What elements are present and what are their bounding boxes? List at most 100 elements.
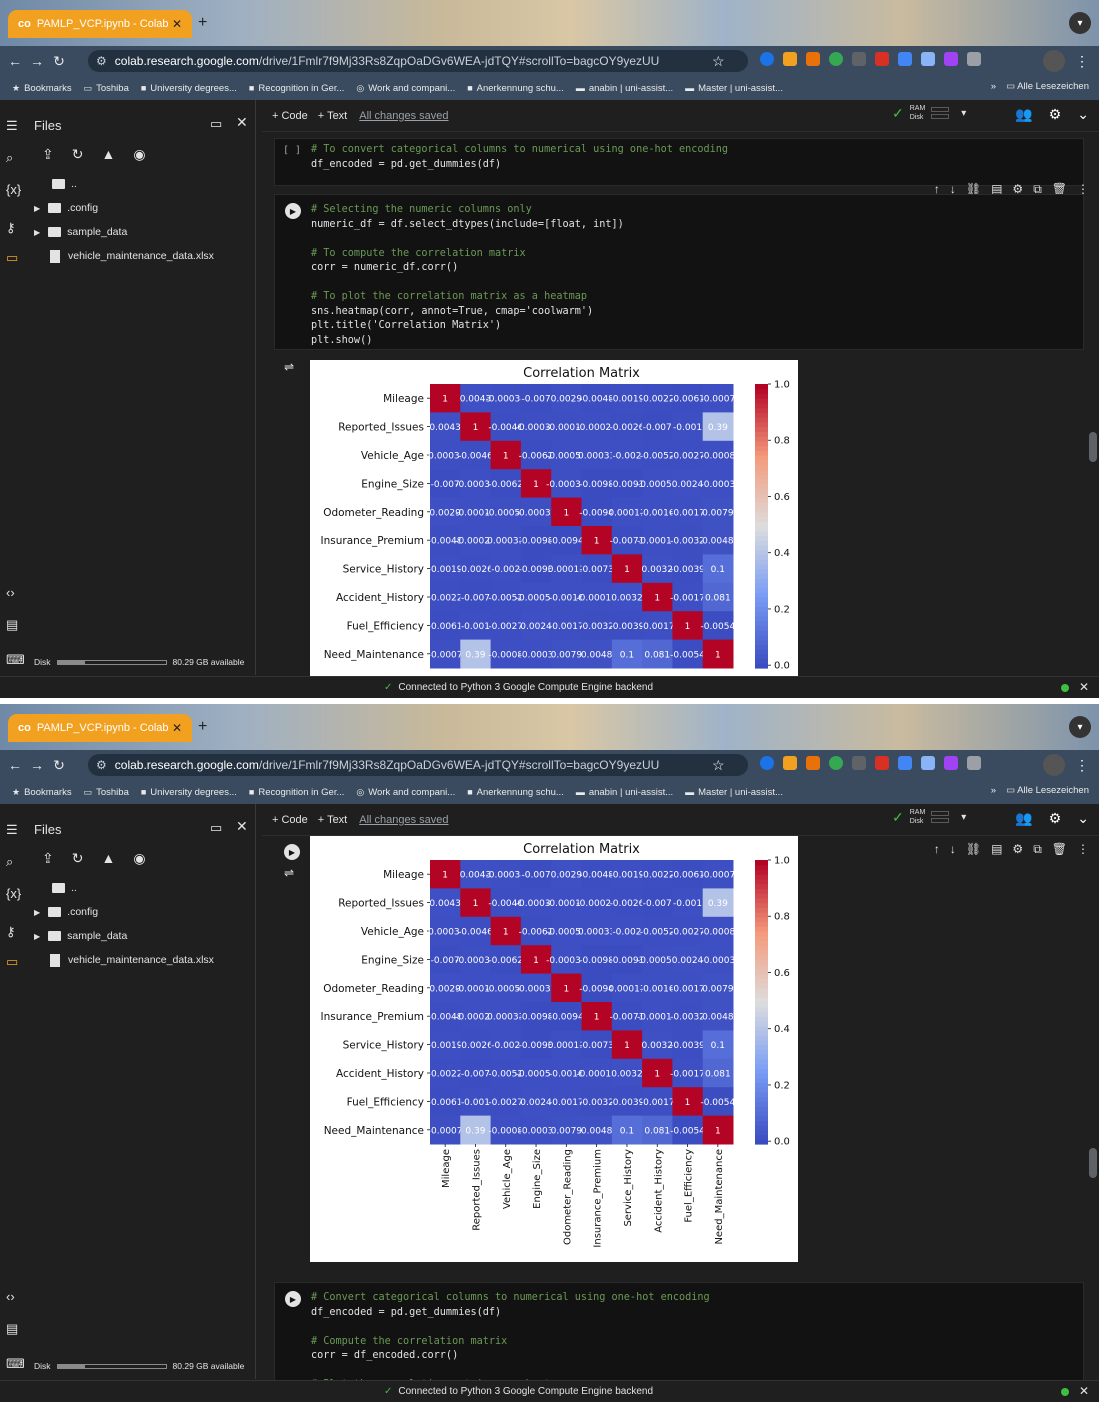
browser-menu-icon[interactable]: ⋮ [1075,757,1089,774]
add-code-button[interactable]: + Code [272,814,308,826]
bookmark-item[interactable]: ★ Bookmarks [12,83,72,94]
refresh-icon[interactable]: ↻ [72,850,84,867]
code-snippets-icon[interactable]: ‹› [6,585,15,600]
translate-icon[interactable] [898,756,912,770]
expand-arrow-icon[interactable]: ▶ [34,932,40,941]
run-cell-icon[interactable]: ▶ [285,1291,301,1307]
share-people-icon[interactable]: 👥 [1015,106,1032,123]
bookmark-item[interactable]: ■ Recognition in Ger... [249,83,345,94]
all-bookmarks[interactable]: ▭ Alle Lesezeichen [1006,81,1089,92]
code-editor[interactable]: # To convert categorical columns to nume… [275,139,1083,172]
all-bookmarks[interactable]: ▭ Alle Lesezeichen [1006,785,1089,796]
bookmark-item[interactable]: ▭ Toshiba [84,787,129,798]
variables-icon[interactable]: {x} [6,886,21,901]
file-tree-item[interactable]: ▶ sample_data [28,220,256,244]
mount-drive-icon[interactable]: ▲ [101,850,115,867]
forward-icon[interactable]: → [26,757,48,773]
browser-menu-icon[interactable]: ⋮ [1075,53,1089,70]
more-bookmarks-icon[interactable]: » [991,81,996,92]
new-tab-icon[interactable]: + [198,14,207,32]
comment-icon[interactable]: ▤ [991,842,1002,857]
browser-tab[interactable]: co PAMLP_VCP.ipynb - Colab ✕ [8,714,192,742]
refresh-icon[interactable]: ↻ [72,146,84,163]
files-folder-icon[interactable]: ▭ [6,954,18,970]
grammarly-icon[interactable] [829,756,843,770]
extension-icon[interactable] [783,52,797,66]
bookmark-item[interactable]: ▬ Master | uni-assist... [685,83,783,94]
add-text-button[interactable]: + Text [318,814,347,826]
close-icon[interactable]: ✕ [1079,680,1089,694]
settings-gear-icon[interactable]: ⚙ [1049,106,1062,123]
bookmark-item[interactable]: ★ Bookmarks [12,787,72,798]
bookmark-item[interactable]: ■ Recognition in Ger... [249,787,345,798]
expand-arrow-icon[interactable]: ▶ [34,228,40,237]
link-icon[interactable]: ⛓ [966,842,981,857]
code-editor[interactable]: # Selecting the numeric columns only nume… [275,195,1083,348]
extension-icon[interactable] [944,756,958,770]
site-settings-icon[interactable]: ⚙ [96,54,107,68]
run-cell-icon[interactable]: ▶ [285,203,301,219]
expand-arrow-icon[interactable]: ▶ [34,908,40,917]
close-icon[interactable]: ✕ [236,114,248,131]
code-snippets-icon[interactable]: ‹› [6,1289,15,1304]
extensions-puzzle-icon[interactable] [967,52,981,66]
profile-avatar[interactable] [1043,754,1065,776]
chevron-down-icon[interactable]: ▾ [961,812,966,823]
new-tab-icon[interactable]: + [198,718,207,736]
parent-folder-row[interactable]: .. [28,172,256,196]
variables-icon[interactable]: {x} [6,182,21,197]
chevron-down-icon[interactable]: ▾ [961,108,966,119]
files-folder-icon[interactable]: ▭ [6,250,18,266]
output-toggle-icon[interactable]: ⇌ [284,866,294,880]
bookmark-item[interactable]: ■ Anerkennung schu... [467,83,564,94]
bookmark-star-icon[interactable]: ☆ [712,53,725,70]
bookmark-item[interactable]: ◎ Work and compani... [356,83,455,94]
bookmark-item[interactable]: ■ University degrees... [141,787,237,798]
grammarly-icon[interactable] [829,52,843,66]
secrets-key-icon[interactable]: ⚷ [6,220,16,236]
parent-folder-row[interactable]: .. [28,876,256,900]
collapse-chevron-icon[interactable]: ⌄ [1077,106,1089,123]
table-of-contents-icon[interactable]: ☰ [6,118,18,134]
site-settings-icon[interactable]: ⚙ [96,758,107,772]
delete-icon[interactable]: 🗑 [1052,842,1067,857]
file-tree-item[interactable]: vehicle_maintenance_data.xlsx [28,244,256,268]
expand-arrow-icon[interactable]: ▶ [34,204,40,213]
new-window-icon[interactable]: ▭ [210,116,222,132]
command-palette-icon[interactable]: ▤ [6,1321,18,1337]
close-tab-icon[interactable]: ✕ [172,721,182,735]
extensions-puzzle-icon[interactable] [967,756,981,770]
new-window-icon[interactable]: ▭ [210,820,222,836]
translate-icon[interactable] [898,52,912,66]
address-bar[interactable]: ⚙ colab.research.google.com/drive/1Fmlr7… [88,50,748,72]
extension-icon[interactable] [852,52,866,66]
scrollbar-thumb[interactable] [1089,432,1097,462]
code-cell[interactable]: ▶ # Selecting the numeric columns only nu… [274,194,1084,350]
secrets-key-icon[interactable]: ⚷ [6,924,16,940]
bookmark-item[interactable]: ▬ anabin | uni-assist... [576,787,673,798]
extension-icon[interactable] [760,756,774,770]
bookmark-item[interactable]: ◎ Work and compani... [356,787,455,798]
file-tree-item[interactable]: ▶ sample_data [28,924,256,948]
extension-icon[interactable] [875,52,889,66]
upload-icon[interactable]: ⇪ [42,850,54,867]
resource-monitor[interactable]: ✓ RAM Disk ▾ [892,808,966,826]
terminal-icon[interactable]: ⌨ [6,1356,25,1372]
add-text-button[interactable]: + Text [318,110,347,122]
share-people-icon[interactable]: 👥 [1015,810,1032,827]
settings-gear-icon[interactable]: ⚙ [1049,810,1062,827]
bookmark-item[interactable]: ▭ Toshiba [84,83,129,94]
output-toggle-icon[interactable]: ⇌ [284,360,294,374]
copy-icon[interactable]: ⧉ [1033,842,1042,857]
bookmark-item[interactable]: ■ Anerkennung schu... [467,787,564,798]
show-hidden-eye-icon[interactable]: ◉ [133,146,145,163]
code-cell[interactable]: ▶ # Convert categorical columns to numer… [274,1282,1084,1380]
reload-icon[interactable]: ↻ [48,757,70,774]
extension-icon[interactable] [760,52,774,66]
save-status[interactable]: All changes saved [359,814,448,826]
extension-icon[interactable] [921,52,935,66]
extension-icon[interactable] [921,756,935,770]
save-status[interactable]: All changes saved [359,110,448,122]
bookmark-star-icon[interactable]: ☆ [712,757,725,774]
file-tree-item[interactable]: vehicle_maintenance_data.xlsx [28,948,256,972]
